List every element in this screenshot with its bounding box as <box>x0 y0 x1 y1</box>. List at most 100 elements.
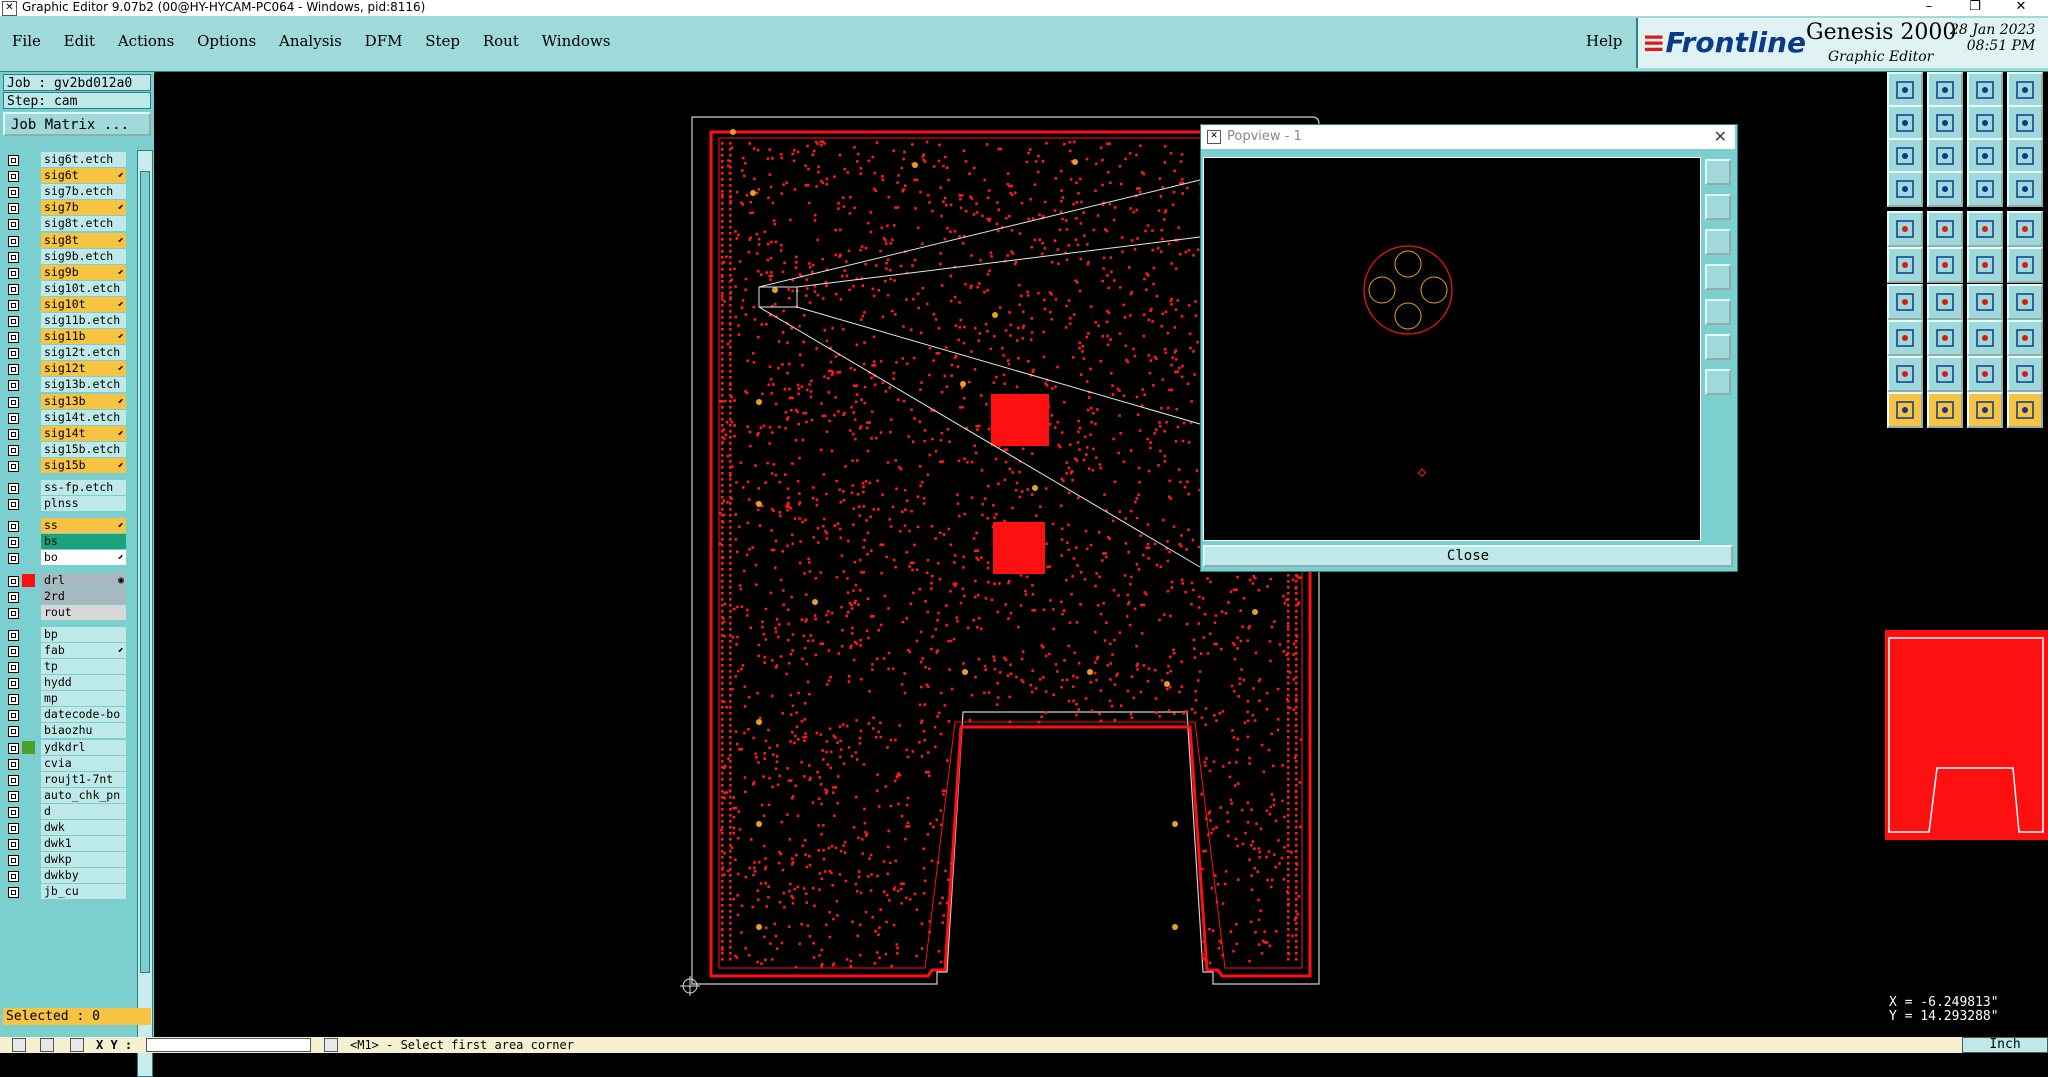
layer-name[interactable]: sig12t.etch <box>41 345 126 361</box>
undo-tool-button[interactable] <box>1967 284 2003 320</box>
home-tool-button[interactable] <box>1967 72 2003 108</box>
layer-row[interactable]: 2rd <box>3 588 128 604</box>
zoom-home-tool-button[interactable] <box>1887 72 1923 108</box>
layer-name[interactable]: tp <box>41 659 126 674</box>
surface-tool-button[interactable] <box>1967 356 2003 392</box>
layer-row[interactable]: sig9b ⬋ <box>3 264 128 280</box>
layer-name[interactable]: biaozhu <box>41 723 126 739</box>
layer-checkbox[interactable] <box>8 629 19 641</box>
layer-name[interactable]: hydd <box>41 675 126 691</box>
layer-name[interactable]: bs <box>41 534 126 550</box>
job-matrix-button[interactable]: Job Matrix ... <box>3 112 151 136</box>
select-tool-button[interactable] <box>1887 392 1923 428</box>
menu-step[interactable]: Step <box>425 32 460 50</box>
layer-name[interactable]: cvia <box>41 755 126 771</box>
maximize-button[interactable]: ❐ <box>1955 0 1995 16</box>
layer-row[interactable]: fab ⬋ <box>3 642 128 658</box>
add-arc-tool-button[interactable] <box>2007 211 2043 247</box>
resize-tool-button[interactable] <box>1967 320 2003 356</box>
layer-row[interactable]: dwk <box>3 820 128 835</box>
close-window-button[interactable]: ✕ <box>2001 0 2041 16</box>
layer-checkbox[interactable] <box>8 483 19 494</box>
layer-name[interactable]: roujt1-7nt <box>41 771 126 787</box>
layer-name[interactable]: ss ⬋ <box>41 518 126 534</box>
fit-screen-tool-button[interactable] <box>1887 138 1923 174</box>
poly-tool-button[interactable] <box>2007 356 2043 392</box>
layer-row[interactable]: biaozhu <box>3 723 128 739</box>
scale-tool-button[interactable] <box>1967 138 2003 174</box>
pan-right-tool-button[interactable] <box>1927 105 1963 141</box>
menu-file[interactable]: File <box>12 32 41 50</box>
layer-checkbox[interactable] <box>8 806 19 818</box>
layer-checkbox[interactable] <box>8 332 19 344</box>
layer-row[interactable]: sig14t ⬋ <box>3 425 128 441</box>
layer-row[interactable]: sig7b.etch <box>3 184 128 200</box>
layer-checkbox[interactable] <box>8 694 19 706</box>
layer-row[interactable]: mp <box>3 691 128 707</box>
layer-row[interactable]: sig13b ⬋ <box>3 393 128 409</box>
layer-checkbox[interactable] <box>8 790 19 802</box>
draw-line-tool-button[interactable] <box>1887 284 1923 320</box>
layer-row[interactable]: sig10t ⬋ <box>3 296 128 312</box>
layer-name[interactable]: sig7b ⬋ <box>41 200 126 216</box>
popview-center-tool[interactable] <box>1705 369 1731 395</box>
layer-checkbox[interactable] <box>8 607 19 619</box>
layer-checkbox[interactable] <box>8 203 19 215</box>
snap-grid-tool-button[interactable] <box>2007 171 2043 207</box>
popview-canvas[interactable] <box>1203 157 1701 541</box>
scrollbar-thumb[interactable] <box>140 171 150 973</box>
popview-zoom-in-tool[interactable] <box>1705 194 1731 220</box>
pan-left-tool-button[interactable] <box>1887 105 1923 141</box>
layer-row[interactable]: bp <box>3 626 128 642</box>
layer-checkbox[interactable] <box>8 887 19 899</box>
layer-row[interactable]: bo ⬋ <box>3 550 128 566</box>
menu-rout[interactable]: Rout <box>483 32 519 50</box>
layer-row[interactable]: dwk1 <box>3 836 128 852</box>
layer-name[interactable]: sig14t ⬋ <box>41 425 126 441</box>
fill-tool-button[interactable] <box>1927 356 1963 392</box>
delete-tool-button[interactable] <box>1927 247 1963 283</box>
center-tool-button[interactable] <box>1927 138 1963 174</box>
overview-window[interactable] <box>1885 630 2048 840</box>
layer-row[interactable]: tp <box>3 659 128 674</box>
layer-checkbox[interactable] <box>8 537 19 549</box>
layer-row[interactable]: sig8t.etch <box>3 216 128 232</box>
popview-pan-right-tool[interactable] <box>1705 299 1731 325</box>
unit-selector[interactable]: Inch <box>1962 1037 2048 1053</box>
layer-row[interactable]: sig10t.etch <box>3 280 128 296</box>
layer-name[interactable]: drl ◉ <box>41 572 126 588</box>
layer-name[interactable]: jb_cu <box>41 884 126 900</box>
contour-tool-button[interactable] <box>2007 320 2043 356</box>
menu-edit[interactable]: Edit <box>64 32 95 50</box>
layer-name[interactable]: sig15b ⬋ <box>41 457 126 473</box>
select-area-tool-button[interactable] <box>1967 392 2003 428</box>
layer-name[interactable]: sig7b.etch <box>41 184 126 200</box>
layer-row[interactable]: sig15b.etch <box>3 441 128 457</box>
layer-row[interactable]: ydkdrl <box>3 739 128 755</box>
layer-name[interactable]: dwkp <box>41 852 126 868</box>
layer-name[interactable]: sig6t.etch <box>41 152 126 167</box>
layer-row[interactable]: sig9b.etch <box>3 248 128 264</box>
layer-checkbox[interactable] <box>8 499 19 511</box>
popview-zoom-tool[interactable] <box>1705 159 1731 185</box>
add-surface-tool-button[interactable] <box>1967 211 2003 247</box>
split-tool-button[interactable] <box>2007 284 2043 320</box>
layer-name[interactable]: sig13b.etch <box>41 377 126 393</box>
layer-checkbox[interactable] <box>8 299 19 311</box>
window-layout-tool-button[interactable] <box>2007 72 2043 108</box>
layer-name[interactable]: sig8t.etch <box>41 216 126 232</box>
layer-name[interactable]: sig8t ⬋ <box>41 232 126 248</box>
layer-row[interactable]: sig13b.etch <box>3 377 128 393</box>
layer-checkbox[interactable] <box>8 645 19 657</box>
layer-row[interactable]: rout <box>3 604 128 620</box>
layer-row[interactable]: sig12t ⬋ <box>3 361 128 377</box>
layer-row[interactable]: sig6t ⬋ <box>3 168 128 184</box>
layer-checkbox[interactable] <box>8 710 19 722</box>
layer-checkbox[interactable] <box>8 855 19 867</box>
layer-checkbox[interactable] <box>8 444 19 456</box>
layer-name[interactable]: dwkby <box>41 868 126 884</box>
layer-checkbox[interactable] <box>8 678 19 690</box>
menu-windows[interactable]: Windows <box>542 32 611 50</box>
layer-name[interactable]: mp <box>41 691 126 707</box>
layer-checkbox[interactable] <box>8 396 19 408</box>
